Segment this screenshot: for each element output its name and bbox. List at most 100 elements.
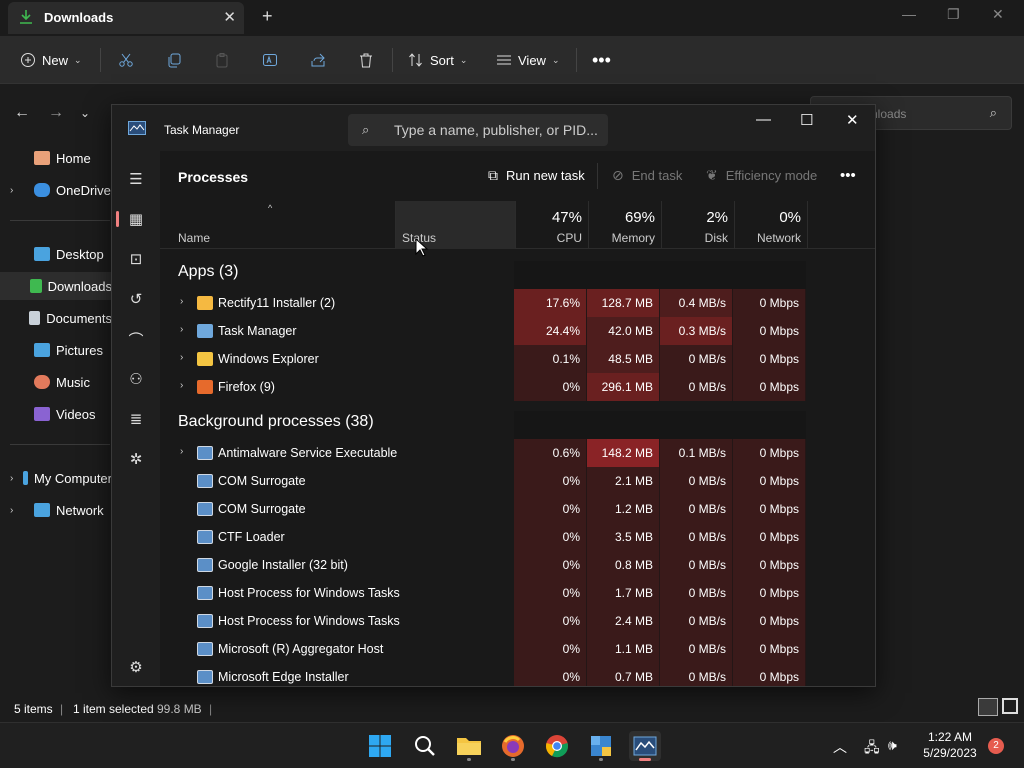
startup-apps-icon[interactable]: ⌒ [124, 327, 148, 351]
expand-icon[interactable]: › [10, 473, 15, 484]
process-row[interactable]: Google Installer (32 bit) 0% 0.8 MB 0 MB/s 0… [160, 551, 875, 579]
app-history-icon[interactable]: ↺ [124, 287, 148, 311]
sidebar-item-documents[interactable]: Documents [0, 304, 112, 332]
expand-chevron-icon[interactable]: › [180, 296, 183, 307]
network-status-icon[interactable]: 🖧 [864, 737, 880, 761]
column-cpu[interactable]: 47% CPU [516, 201, 589, 249]
process-row[interactable]: Microsoft (R) Aggregator Host 0% 1.1 MB 0 M… [160, 635, 875, 663]
rename-icon [263, 54, 277, 66]
process-row[interactable]: COM Surrogate 0% 1.2 MB 0 MB/s 0 Mbps [160, 495, 875, 523]
share-button[interactable] [310, 48, 326, 72]
toolbar-divider [392, 48, 393, 72]
sidebar-item-my-computer[interactable]: › My Computer [0, 464, 112, 492]
more-options-button[interactable]: ••• [840, 167, 856, 184]
expand-icon[interactable]: › [10, 185, 26, 196]
minimize-button[interactable]: — [756, 111, 771, 128]
new-button[interactable]: New ⌄ [20, 48, 82, 72]
more-options-button[interactable]: ••• [592, 48, 611, 72]
settings-gear-icon[interactable]: ⚙ [124, 655, 148, 679]
process-name: Firefox (9) [218, 380, 275, 394]
services-icon[interactable]: ✲ [124, 447, 148, 471]
cell-memory: 148.2 MB [587, 439, 660, 467]
process-row[interactable]: › Antimalware Service Executable 0.6% 148.2… [160, 439, 875, 467]
rename-button[interactable] [262, 48, 278, 72]
performance-icon[interactable]: ⊡ [124, 247, 148, 271]
hamburger-menu-icon[interactable]: ☰ [124, 167, 148, 191]
end-task-button[interactable]: ⊘ End task [612, 167, 682, 184]
taskbar-firefox[interactable] [497, 731, 529, 761]
column-name[interactable]: ^ Name [160, 201, 396, 249]
details-icon[interactable]: ≣ [124, 407, 148, 431]
column-network[interactable]: 0% Network [735, 201, 808, 249]
expand-icon[interactable]: › [10, 505, 26, 516]
expand-chevron-icon[interactable]: › [180, 352, 183, 363]
run-new-task-button[interactable]: ⧉ Run new task [488, 167, 585, 184]
restore-button[interactable]: ❐ [947, 6, 960, 23]
delete-button[interactable] [358, 48, 374, 72]
cell-disk: 0.4 MB/s [660, 289, 733, 317]
cut-button[interactable] [118, 48, 134, 72]
sidebar-item-downloads[interactable]: Downloads [0, 272, 112, 300]
efficiency-mode-button[interactable]: ❦ Efficiency mode [706, 167, 817, 184]
taskbar-search-button[interactable] [409, 731, 441, 761]
sidebar-item-desktop[interactable]: Desktop [0, 240, 112, 268]
taskbar-task-manager[interactable] [629, 731, 661, 761]
close-tab-icon[interactable]: ✕ [223, 8, 236, 26]
close-button[interactable]: ✕ [846, 111, 859, 129]
copy-button[interactable] [166, 48, 182, 72]
start-button[interactable] [364, 731, 396, 761]
close-window-button[interactable]: ✕ [992, 6, 1004, 23]
taskbar-installer-app[interactable] [585, 731, 617, 761]
cell-cpu: 0.6% [514, 439, 587, 467]
expand-chevron-icon[interactable]: › [180, 446, 183, 457]
expand-chevron-icon[interactable]: › [180, 324, 183, 335]
sort-button[interactable]: Sort ⌄ [408, 48, 467, 72]
tab-downloads[interactable]: Downloads ✕ [8, 2, 244, 34]
forward-button[interactable]: → [48, 104, 64, 122]
process-row[interactable]: › Task Manager 24.4% 42.0 MB 0.3 MB/s 0 Mbps [160, 317, 875, 345]
process-icon [197, 558, 213, 572]
column-status[interactable]: Status [396, 201, 516, 249]
sidebar-item-onedrive[interactable]: › OneDrive [0, 176, 112, 204]
sidebar-item-pictures[interactable]: Pictures [0, 336, 112, 364]
process-icon [197, 324, 213, 338]
details-view-button[interactable] [978, 698, 998, 716]
picture-icon [34, 343, 50, 357]
recent-locations-button[interactable]: ⌄ [80, 106, 90, 120]
sidebar-item-home[interactable]: Home [0, 144, 112, 172]
sidebar-item-network[interactable]: › Network [0, 496, 112, 524]
back-button[interactable]: ← [14, 104, 30, 122]
show-hidden-icons-button[interactable]: ︿ [833, 737, 847, 757]
paste-button[interactable] [214, 48, 230, 72]
sidebar-item-music[interactable]: Music [0, 368, 112, 396]
users-icon[interactable]: ⚇ [124, 367, 148, 391]
cell-memory: 0.7 MB [587, 663, 660, 686]
cell-cpu: 0% [514, 373, 587, 401]
processes-icon[interactable]: ▦ [124, 207, 148, 231]
sidebar-divider [10, 444, 110, 445]
column-disk[interactable]: 2% Disk [662, 201, 735, 249]
process-row[interactable]: Microsoft Edge Installer 0% 0.7 MB 0 MB/s 0 … [160, 663, 875, 686]
taskbar-chrome[interactable] [541, 731, 573, 761]
new-tab-button[interactable]: + [262, 6, 273, 27]
process-row[interactable]: Host Process for Windows Tasks 0% 1.7 MB 0 … [160, 579, 875, 607]
minimize-button[interactable]: — [902, 6, 916, 22]
sidebar-item-videos[interactable]: Videos [0, 400, 112, 428]
process-row[interactable]: › Firefox (9) 0% 296.1 MB 0 MB/s 0 Mbps [160, 373, 875, 401]
process-row[interactable]: › Windows Explorer 0.1% 48.5 MB 0 MB/s 0 Mbps [160, 345, 875, 373]
notification-badge[interactable]: 2 [988, 738, 1004, 754]
process-row[interactable]: › Rectify11 Installer (2) 17.6% 128.7 MB 0.4… [160, 289, 875, 317]
column-memory[interactable]: 69% Memory [589, 201, 662, 249]
system-clock[interactable]: 1:22 AM 5/29/2023 [912, 729, 988, 761]
process-row[interactable]: COM Surrogate 0% 2.1 MB 0 MB/s 0 Mbps [160, 467, 875, 495]
taskbar-file-explorer[interactable] [453, 731, 485, 761]
maximize-button[interactable]: ☐ [800, 111, 813, 129]
view-button[interactable]: View ⌄ [496, 48, 560, 72]
process-row[interactable]: Host Process for Windows Tasks 0% 2.4 MB 0 … [160, 607, 875, 635]
process-row[interactable]: CTF Loader 0% 3.5 MB 0 MB/s 0 Mbps [160, 523, 875, 551]
expand-chevron-icon[interactable]: › [180, 380, 183, 391]
sort-label: Sort [430, 52, 454, 68]
process-search-input[interactable]: ⌕ Type a name, publisher, or PID... [348, 114, 608, 146]
tiles-view-button[interactable] [1002, 698, 1018, 714]
volume-icon[interactable]: 🕪 [888, 737, 897, 754]
